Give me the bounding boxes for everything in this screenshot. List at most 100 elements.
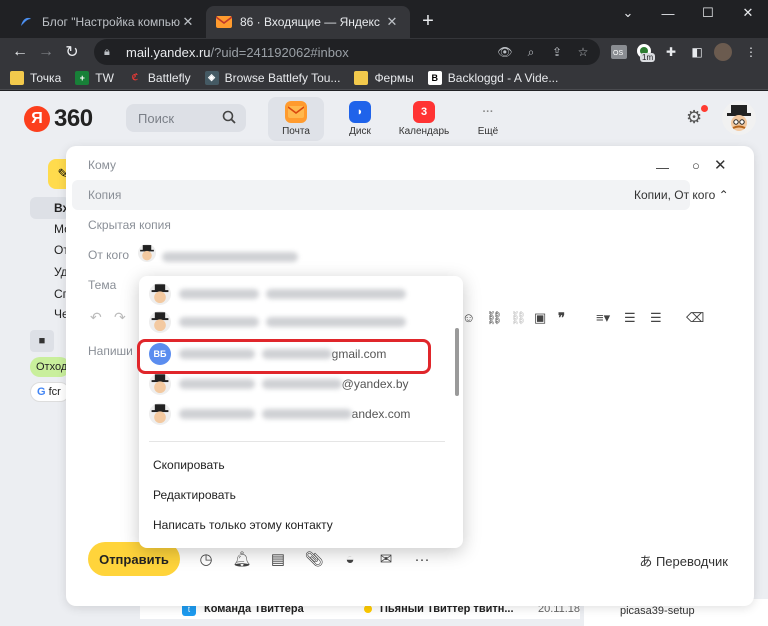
bookmark-tw[interactable]: + TW xyxy=(75,70,114,85)
contact-name-redacted xyxy=(179,409,255,419)
bookmark-backloggd[interactable]: B Backloggd - A Vide... xyxy=(427,70,558,85)
url-path: /?uid=241192062#inbox xyxy=(210,44,349,60)
notification-dot xyxy=(701,105,708,112)
svg-text:OS: OS xyxy=(613,50,623,57)
contact-row[interactable] xyxy=(149,310,449,334)
redo-icon[interactable]: ↷ xyxy=(114,309,126,326)
copies-toggle[interactable]: Копии, От кого ⌃ xyxy=(634,188,729,202)
translator-button[interactable]: あ Переводчик xyxy=(639,551,728,570)
settings-gear-icon[interactable]: ⚙ xyxy=(686,107,702,128)
close-icon[interactable]: ✕ xyxy=(714,156,727,174)
unread-dot xyxy=(364,605,372,613)
emoji-icon[interactable]: ☺ xyxy=(462,310,475,325)
service-disk[interactable]: ◗ Диск xyxy=(332,97,388,141)
bookmark-label: Точка xyxy=(30,70,62,85)
undo-icon[interactable]: ↶ xyxy=(90,309,102,326)
link-icon[interactable]: ⛓ xyxy=(486,310,503,326)
tab-close-icon[interactable]: ✕ xyxy=(180,14,196,30)
eye-icon[interactable]: 👁︎ xyxy=(496,43,514,61)
bookmark-battlefly[interactable]: ℭ Battlefly xyxy=(128,71,191,85)
bookmark-icon[interactable]: ■ xyxy=(30,330,54,352)
contact-row[interactable]: andex.com xyxy=(149,402,449,426)
service-calendar[interactable]: 3 Календарь xyxy=(396,97,452,141)
from-dropdown: ВБ gmail.com @yandex.by andex.com Скопир… xyxy=(139,276,463,548)
window-controls: ⌄ — ☐ ✕ xyxy=(608,0,768,26)
unlink-icon[interactable]: ⛓ xyxy=(510,310,527,326)
maximize-icon[interactable]: ☐ xyxy=(688,0,728,26)
highlight-frame xyxy=(137,339,431,374)
body-placeholder[interactable]: Напиши xyxy=(88,344,133,358)
bulleted-list-icon[interactable]: ☰ xyxy=(624,310,636,326)
bookmark-battlefy[interactable]: ◈ Browse Battlefy Tou... xyxy=(204,70,340,85)
battlefy-icon: ◈ xyxy=(204,70,219,85)
google-icon: G xyxy=(37,386,46,398)
to-label: Кому xyxy=(88,158,117,172)
from-field[interactable]: От кого xyxy=(66,240,129,270)
bookmark-label: Battlefly xyxy=(147,70,191,85)
hat-avatar-icon xyxy=(149,283,171,305)
tab-close-icon[interactable]: ✕ xyxy=(384,14,400,30)
label-green[interactable]: Отход xyxy=(30,357,70,377)
service-more[interactable]: ··· Ещё xyxy=(460,97,516,141)
share-icon[interactable]: ⇪ xyxy=(548,43,566,61)
to-field[interactable]: Кому xyxy=(66,150,116,180)
cc-label: Копия xyxy=(88,188,122,202)
eraser-icon[interactable]: ⌫ xyxy=(686,310,704,326)
edit-action[interactable]: Редактировать xyxy=(153,488,236,502)
expand-icon[interactable]: ○ xyxy=(692,158,700,173)
numbered-list-icon[interactable]: ☰ xyxy=(650,310,662,326)
plus-green-icon: + xyxy=(75,70,90,85)
bookmark-tochka[interactable]: Точка xyxy=(10,70,62,85)
new-tab-button[interactable]: + xyxy=(416,10,440,34)
zoom-icon[interactable]: ⌕ xyxy=(522,43,540,61)
bcc-field[interactable]: Скрытая копия xyxy=(66,210,171,240)
puzzle-icon[interactable]: ✚ xyxy=(660,41,682,63)
chevron-down-icon[interactable]: ⌄ xyxy=(608,0,648,26)
address-bar[interactable]: 🔒︎ mail.yandex.ru/?uid=241192062#inbox 👁… xyxy=(94,39,600,65)
close-icon[interactable]: ✕ xyxy=(728,0,768,26)
battlefly-icon: ℭ xyxy=(131,72,139,82)
service-label: Диск xyxy=(349,126,371,137)
contact-row[interactable]: @yandex.by xyxy=(149,372,449,396)
translator-label: Переводчик xyxy=(655,554,728,569)
tab-blog[interactable]: Блог "Настройка компьютера" ✕ xyxy=(8,6,206,38)
search-input[interactable]: Поиск xyxy=(126,104,246,132)
menu-icon[interactable]: ⋮ xyxy=(740,41,762,63)
service-mail[interactable]: Почта xyxy=(268,97,324,141)
yandex360-logo[interactable]: Я 360 xyxy=(24,105,93,133)
cc-field[interactable]: Копия xyxy=(72,180,690,210)
service-label: Календарь xyxy=(398,126,450,137)
backloggd-icon: B xyxy=(427,70,442,85)
forward-icon[interactable]: → xyxy=(34,40,58,64)
reload-icon[interactable]: ↻ xyxy=(60,40,84,64)
hat-avatar-icon xyxy=(149,311,171,333)
align-icon[interactable]: ≡▾ xyxy=(596,310,610,326)
url-host: mail.yandex.ru xyxy=(126,44,211,60)
contact-name-redacted xyxy=(179,289,259,299)
bookmark-fermy[interactable]: Фермы xyxy=(354,70,414,85)
image-icon[interactable]: ▣ xyxy=(534,310,546,326)
write-only-this-contact-action[interactable]: Написать только этому контакту xyxy=(153,518,333,532)
profile-avatar[interactable] xyxy=(712,41,734,63)
contact-email-redacted xyxy=(265,317,406,327)
folder-icon xyxy=(354,70,369,85)
dropdown-scrollbar[interactable] xyxy=(455,328,459,396)
back-icon[interactable]: ← xyxy=(8,40,32,64)
contact-row[interactable] xyxy=(149,282,449,306)
quote-icon[interactable]: ❞ xyxy=(558,310,565,326)
contact-email-domain: andex.com xyxy=(351,407,411,421)
bookmark-label: TW xyxy=(95,70,114,85)
label-google[interactable]: G fcr xyxy=(30,382,70,402)
from-avatar[interactable] xyxy=(138,244,156,262)
tab-mail[interactable]: 86 · Входящие — Яндекс Почта ✕ xyxy=(206,6,410,38)
sidebar-item-inbox[interactable]: Вх xyxy=(30,197,70,219)
user-avatar[interactable] xyxy=(722,101,756,135)
minimize-icon[interactable]: — xyxy=(656,160,669,175)
copy-action[interactable]: Скопировать xyxy=(153,458,225,472)
sidepanel-icon[interactable]: ◧ xyxy=(686,41,708,63)
extension-os-icon[interactable]: OS xyxy=(608,41,630,63)
minimize-icon[interactable]: — xyxy=(648,0,688,26)
star-icon[interactable]: ☆ xyxy=(574,43,592,61)
subject-field[interactable]: Тема xyxy=(66,270,116,300)
blog-favicon-icon xyxy=(18,14,34,30)
